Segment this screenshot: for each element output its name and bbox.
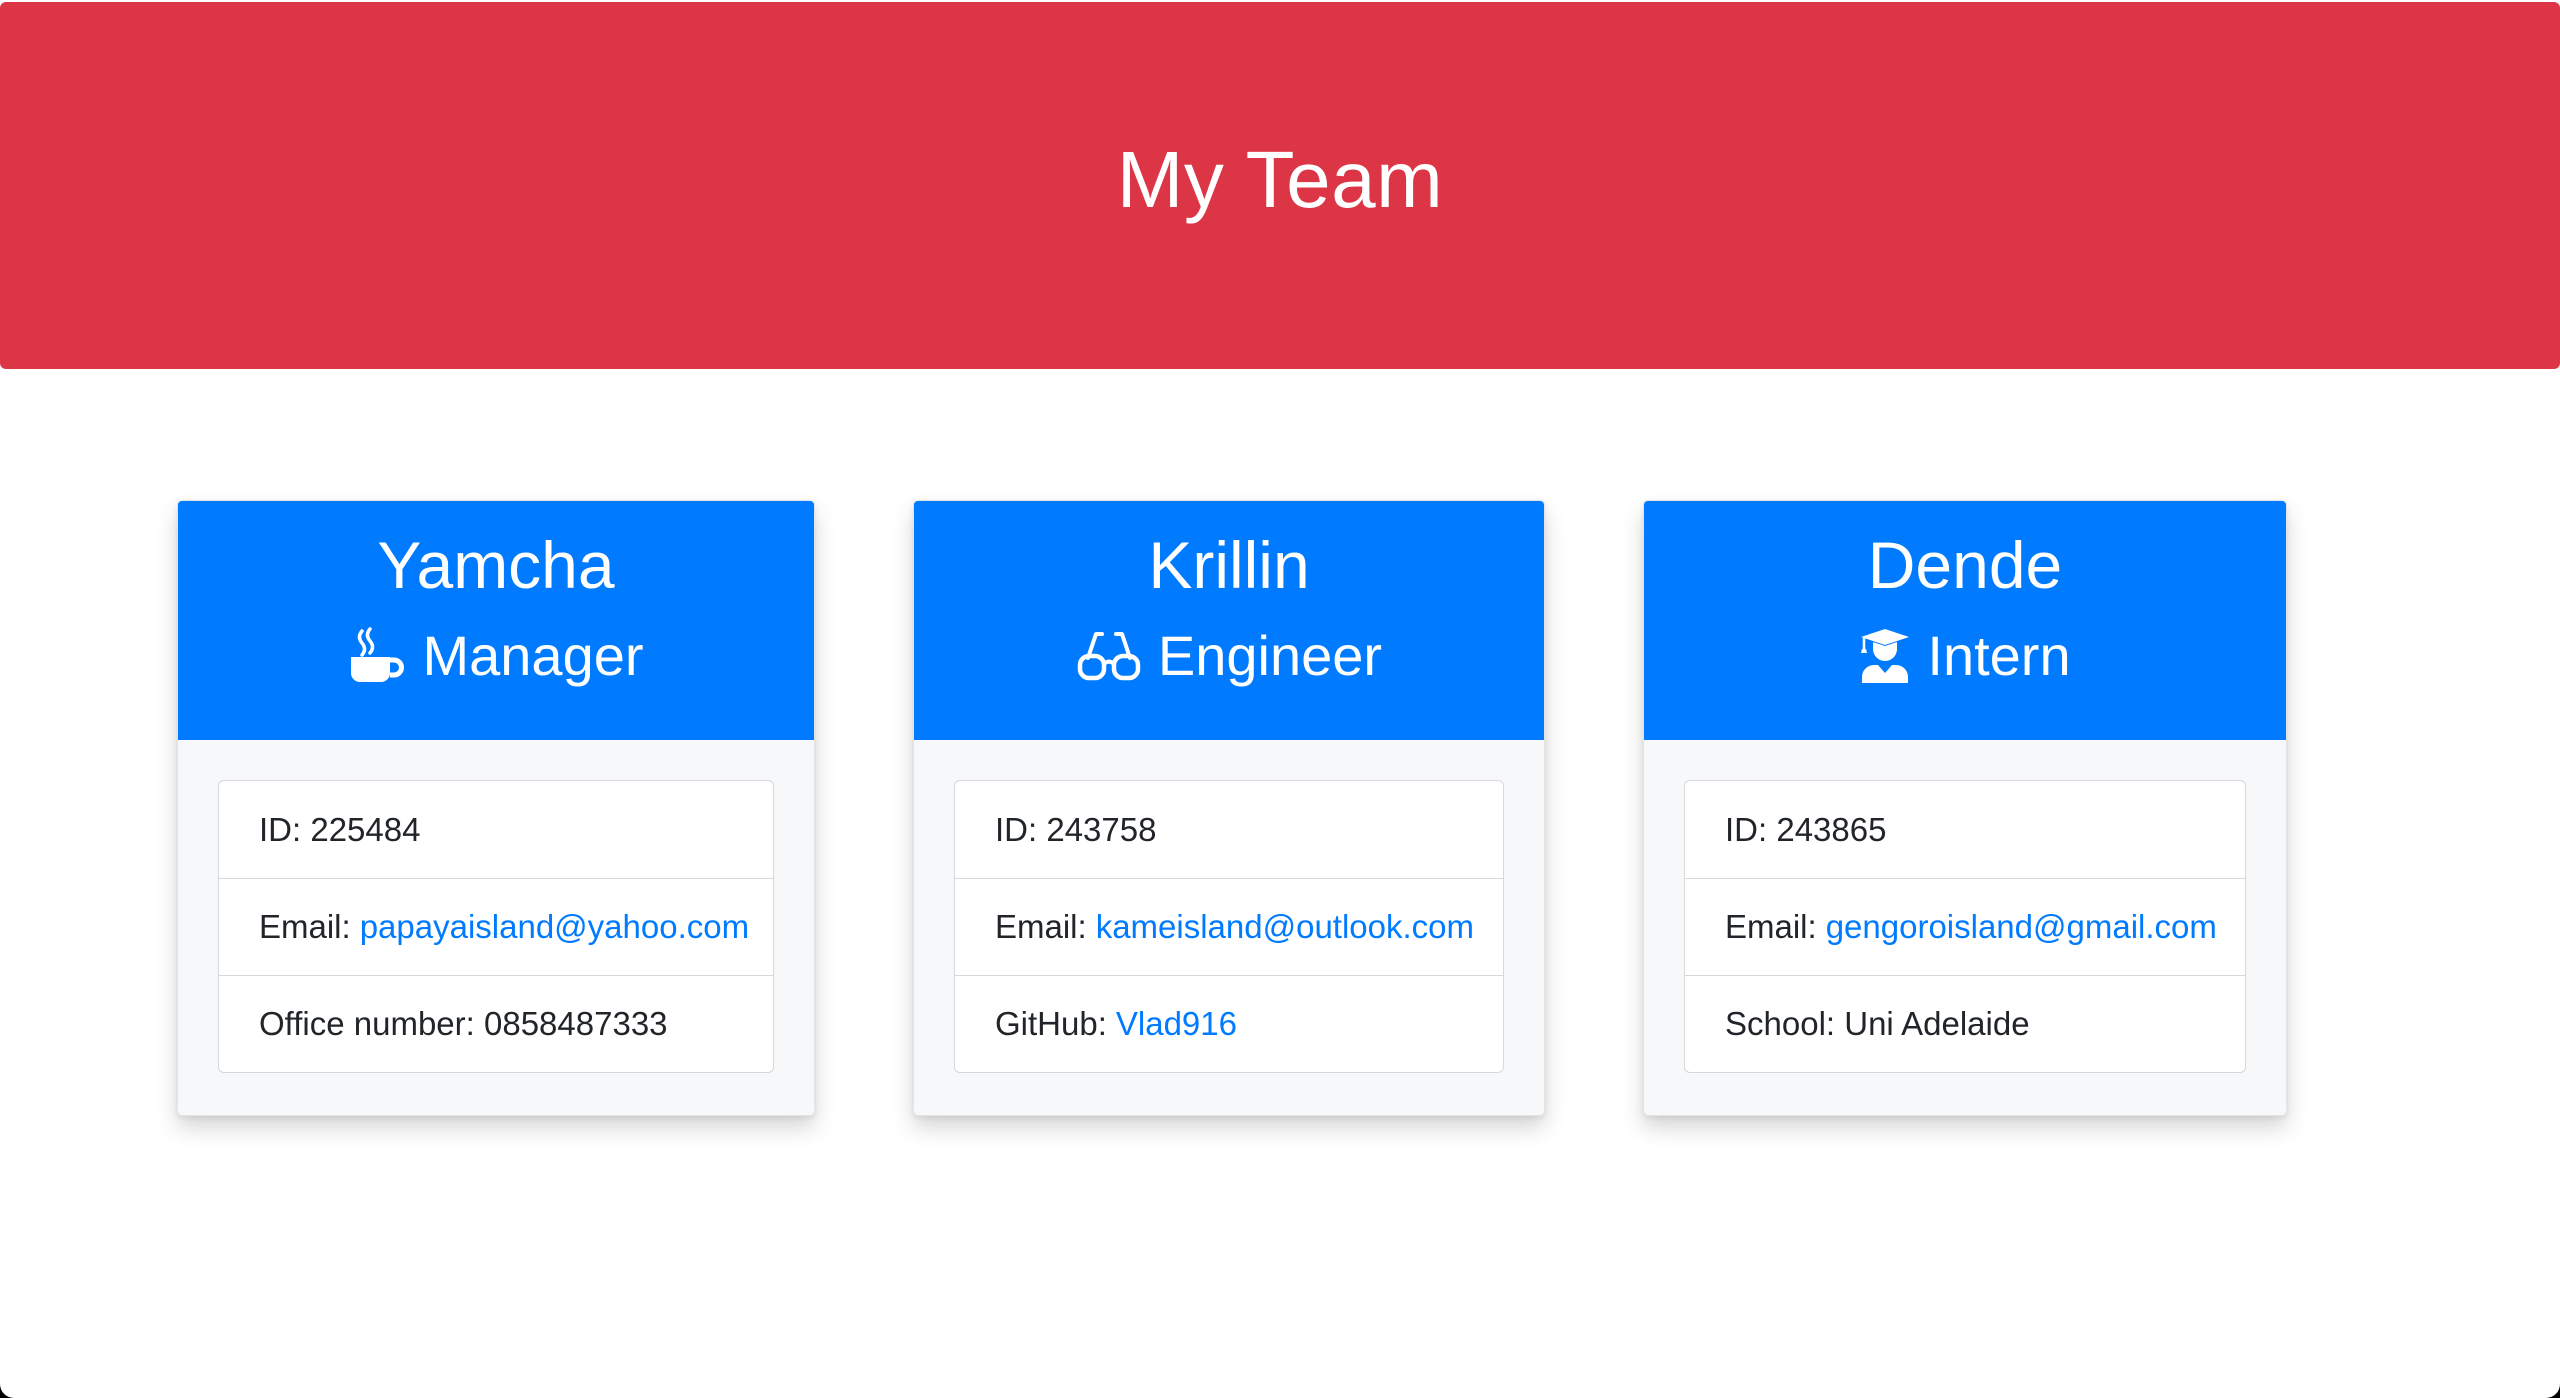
email-label: Email: (995, 908, 1087, 945)
email-label: Email: (1725, 908, 1817, 945)
office-number-label: Office number: (259, 1005, 475, 1042)
coffee-mug-icon (348, 627, 406, 685)
role-label: Intern (1927, 624, 2071, 687)
card-header: Krillin Engineer (914, 501, 1544, 740)
id-value: 243758 (1046, 810, 1157, 848)
card-body: ID: 243758 Email: kameisland@outlook.com… (914, 740, 1544, 1073)
card-body: ID: 225484 Email: papayaisland@yahoo.com… (178, 740, 814, 1073)
email-link[interactable]: gengoroisland@gmail.com (1826, 908, 2217, 946)
employee-role: Intern (1644, 623, 2286, 689)
employee-card-manager: Yamcha Manager ID: 225484 Email: papayai… (177, 500, 815, 1116)
id-value: 225484 (310, 810, 421, 848)
card-header: Dende Intern (1644, 501, 2286, 740)
info-list: ID: 243758 Email: kameisland@outlook.com… (954, 780, 1504, 1073)
card-body: ID: 243865 Email: gengoroisland@gmail.co… (1644, 740, 2286, 1073)
list-item-id: ID: 243865 (1685, 781, 2245, 878)
id-label: ID: (259, 810, 302, 848)
list-item-github: GitHub: Vlad916 (955, 975, 1503, 1072)
info-list: ID: 243865 Email: gengoroisland@gmail.co… (1684, 780, 2246, 1073)
school-label: School: (1725, 1005, 1836, 1042)
card-header: Yamcha Manager (178, 501, 814, 740)
employee-name: Dende (1867, 528, 2063, 602)
employee-role: Manager (178, 623, 814, 689)
github-link[interactable]: Vlad916 (1116, 1005, 1237, 1043)
github-label: GitHub: (995, 1005, 1107, 1042)
employee-name: Krillin (1148, 528, 1310, 602)
employee-card-engineer: Krillin Engineer ID: 243758 Email: kamei… (913, 500, 1545, 1116)
email-link[interactable]: kameisland@outlook.com (1096, 908, 1474, 946)
employee-name: Yamcha (377, 528, 615, 602)
list-item-email: Email: kameisland@outlook.com (955, 878, 1503, 975)
page-title: My Team (1116, 134, 1444, 224)
info-list: ID: 225484 Email: papayaisland@yahoo.com… (218, 780, 774, 1073)
list-item-school: School: Uni Adelaide (1685, 975, 2245, 1072)
id-label: ID: (995, 810, 1038, 848)
id-label: ID: (1725, 810, 1768, 848)
email-link[interactable]: papayaisland@yahoo.com (360, 908, 749, 946)
role-label: Manager (422, 624, 644, 687)
graduate-icon (1859, 627, 1911, 685)
id-value: 243865 (1776, 810, 1887, 848)
list-item-email: Email: papayaisland@yahoo.com (219, 878, 773, 975)
list-item-id: ID: 243758 (955, 781, 1503, 878)
list-item-office-number: Office number: 0858487333 (219, 975, 773, 1072)
page: My Team Yamcha Manager ID: 225484 Email:… (0, 0, 2560, 1398)
list-item-email: Email: gengoroisland@gmail.com (1685, 878, 2245, 975)
header-banner: My Team (0, 2, 2560, 369)
email-label: Email: (259, 908, 351, 945)
employee-card-intern: Dende Intern ID: 243865 Email: gengorois… (1643, 500, 2287, 1116)
list-item-id: ID: 225484 (219, 781, 773, 878)
office-number-value: 0858487333 (484, 1005, 668, 1042)
glasses-icon (1076, 628, 1142, 684)
employee-role: Engineer (914, 623, 1544, 689)
school-value: Uni Adelaide (1844, 1005, 2030, 1042)
role-label: Engineer (1157, 624, 1383, 687)
